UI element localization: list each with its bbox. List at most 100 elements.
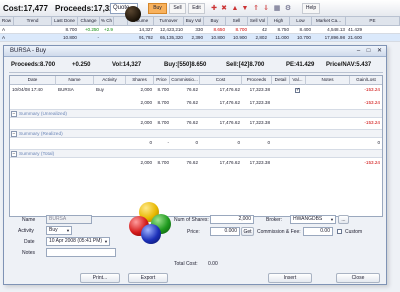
- sell-button[interactable]: Sell: [169, 3, 186, 14]
- buy-dialog: BURSA - Buy – □ ✕ Proceeds:8.700 +0.250 …: [3, 45, 387, 285]
- chevron-down-icon: ▼: [104, 239, 108, 244]
- cell-shares: 0: [149, 140, 152, 145]
- col-header[interactable]: Buy: [204, 17, 226, 25]
- close-icon[interactable]: ✕: [375, 47, 384, 55]
- col-header[interactable]: Last Done: [52, 17, 78, 25]
- col-date[interactable]: Date: [10, 76, 56, 85]
- quote-row[interactable]: A 10.800 - 91,792 65,135,320 2,390 10.80…: [0, 34, 400, 42]
- cell-commission: 76.62: [186, 120, 199, 125]
- arrow-up-icon[interactable]: ▲: [231, 3, 239, 14]
- col-commission[interactable]: Commissio...: [170, 76, 200, 85]
- get-price-button[interactable]: Get: [241, 227, 254, 236]
- col-header[interactable]: % Ch: [100, 17, 114, 25]
- col-activity[interactable]: Activity: [94, 76, 126, 85]
- col-shares[interactable]: Shares: [126, 76, 154, 85]
- table-row: 0 - 0 0 0 0: [10, 139, 382, 147]
- col-proceeds[interactable]: Proceeds: [242, 76, 272, 85]
- delete-icon[interactable]: ✖: [220, 3, 228, 14]
- summary-realized-group[interactable]: − Summary (Realized): [10, 129, 382, 138]
- summary-sell: Sell:[42]8.700: [226, 62, 265, 68]
- col-header[interactable]: Buy Vol: [184, 17, 204, 25]
- col-header[interactable]: PE: [346, 17, 400, 25]
- date-picker[interactable]: 10 Apr 2008 (05:41 PM) ▼: [46, 237, 110, 246]
- divider: [9, 72, 383, 73]
- cell: +0.250: [84, 27, 99, 32]
- move-bottom-icon[interactable]: ⇓: [262, 3, 270, 14]
- summary-volume: Vol:14,327: [112, 62, 142, 68]
- print-button[interactable]: Print...: [80, 273, 120, 283]
- col-header[interactable]: Trend: [14, 17, 52, 25]
- minimize-icon[interactable]: –: [354, 47, 363, 55]
- cell-shares: 2,000: [140, 100, 153, 105]
- col-notes[interactable]: Notes: [306, 76, 350, 85]
- notes-field[interactable]: [46, 248, 116, 257]
- cell: [14, 34, 52, 41]
- custom-checkbox[interactable]: [337, 229, 342, 236]
- cell-price: 8.700: [157, 87, 170, 92]
- price-label: Price:: [187, 229, 200, 235]
- summary-pe: PE:41.429: [286, 62, 315, 68]
- shares-field[interactable]: 2,000: [210, 215, 254, 224]
- add-icon[interactable]: ✚: [210, 3, 218, 14]
- close-button[interactable]: Close: [336, 273, 380, 283]
- cell-proceeds: 17,323.38: [249, 120, 270, 125]
- commission-field[interactable]: 0.00: [303, 227, 333, 236]
- cell-proceeds: 17,323.38: [249, 160, 270, 165]
- col-header[interactable]: Row: [0, 17, 14, 25]
- help-button[interactable]: Help: [302, 3, 320, 14]
- col-header[interactable]: Sell Vol: [248, 17, 268, 25]
- settings-icon[interactable]: ⚙: [284, 3, 292, 14]
- col-header[interactable]: High: [268, 17, 290, 25]
- col-price[interactable]: Price: [154, 76, 170, 85]
- chevron-down-icon: ▼: [330, 217, 334, 222]
- cell: 41.429: [348, 27, 363, 32]
- col-header[interactable]: Low: [290, 17, 312, 25]
- col-name[interactable]: Name: [56, 76, 94, 85]
- col-gain[interactable]: Gain/Lost: [350, 76, 382, 85]
- broker-select[interactable]: HWANGDBS ▼: [290, 215, 336, 224]
- cell: 14,327: [138, 27, 153, 32]
- insert-button[interactable]: Insert: [268, 273, 312, 283]
- edit-button[interactable]: Edit: [188, 3, 205, 14]
- maximize-icon[interactable]: □: [364, 47, 373, 55]
- cell: 42: [261, 27, 267, 32]
- chart-icon[interactable]: ▦: [273, 3, 281, 14]
- cell-price: -: [167, 140, 169, 145]
- summary-unrealized-group[interactable]: − Summary (Unrealized): [10, 109, 382, 118]
- collapse-icon[interactable]: −: [11, 131, 17, 137]
- transaction-table: Date Name Activity Shares Price Commissi…: [9, 75, 383, 244]
- cell-gain: -153.24: [364, 120, 380, 125]
- chevron-down-icon: ▼: [66, 228, 70, 233]
- cell: 8.400: [299, 27, 312, 32]
- cell-price: 8.700: [157, 120, 170, 125]
- price-field[interactable]: 0.000: [210, 227, 240, 236]
- col-header[interactable]: Market Ca...: [312, 17, 346, 25]
- quote-row[interactable]: A 8.700 +0.250 +2.9 14,327 12,423,210 33…: [0, 26, 400, 34]
- arrow-down-icon[interactable]: ▼: [241, 3, 249, 14]
- col-header[interactable]: Change: [78, 17, 100, 25]
- move-top-icon[interactable]: ⇑: [252, 3, 260, 14]
- activity-select[interactable]: Buy ▼: [46, 226, 72, 235]
- collapse-icon[interactable]: −: [11, 111, 17, 117]
- cell-shares: 2,000: [140, 87, 153, 92]
- cell-price: 8.700: [157, 100, 170, 105]
- summary-proceeds: Proceeds:8.700: [11, 62, 56, 68]
- broker-more-button[interactable]: ...: [338, 215, 349, 224]
- cell: 11.000: [275, 35, 289, 40]
- export-button[interactable]: Export: [128, 273, 168, 283]
- valid-checkbox[interactable]: ✓: [295, 86, 303, 94]
- col-header[interactable]: Sell: [226, 17, 248, 25]
- col-detail[interactable]: Detail: [272, 76, 290, 85]
- summary-total-group[interactable]: − Summary (Total): [10, 149, 382, 158]
- dialog-titlebar[interactable]: BURSA - Buy – □ ✕: [4, 46, 386, 57]
- cell-commission: 0: [195, 140, 198, 145]
- buy-button[interactable]: Buy: [148, 3, 167, 14]
- col-cost[interactable]: Cost: [200, 76, 242, 85]
- table-row[interactable]: 10/04/08 17:40 BURSA Buy 2,000 8.700 76.…: [10, 86, 382, 94]
- cell-commission: 76.62: [186, 100, 199, 105]
- name-field[interactable]: BURSA: [46, 215, 92, 224]
- col-valid[interactable]: Val...: [290, 76, 306, 85]
- collapse-icon[interactable]: −: [11, 151, 17, 157]
- col-header[interactable]: Turnover: [154, 17, 184, 25]
- cell-name: BURSA: [58, 87, 74, 92]
